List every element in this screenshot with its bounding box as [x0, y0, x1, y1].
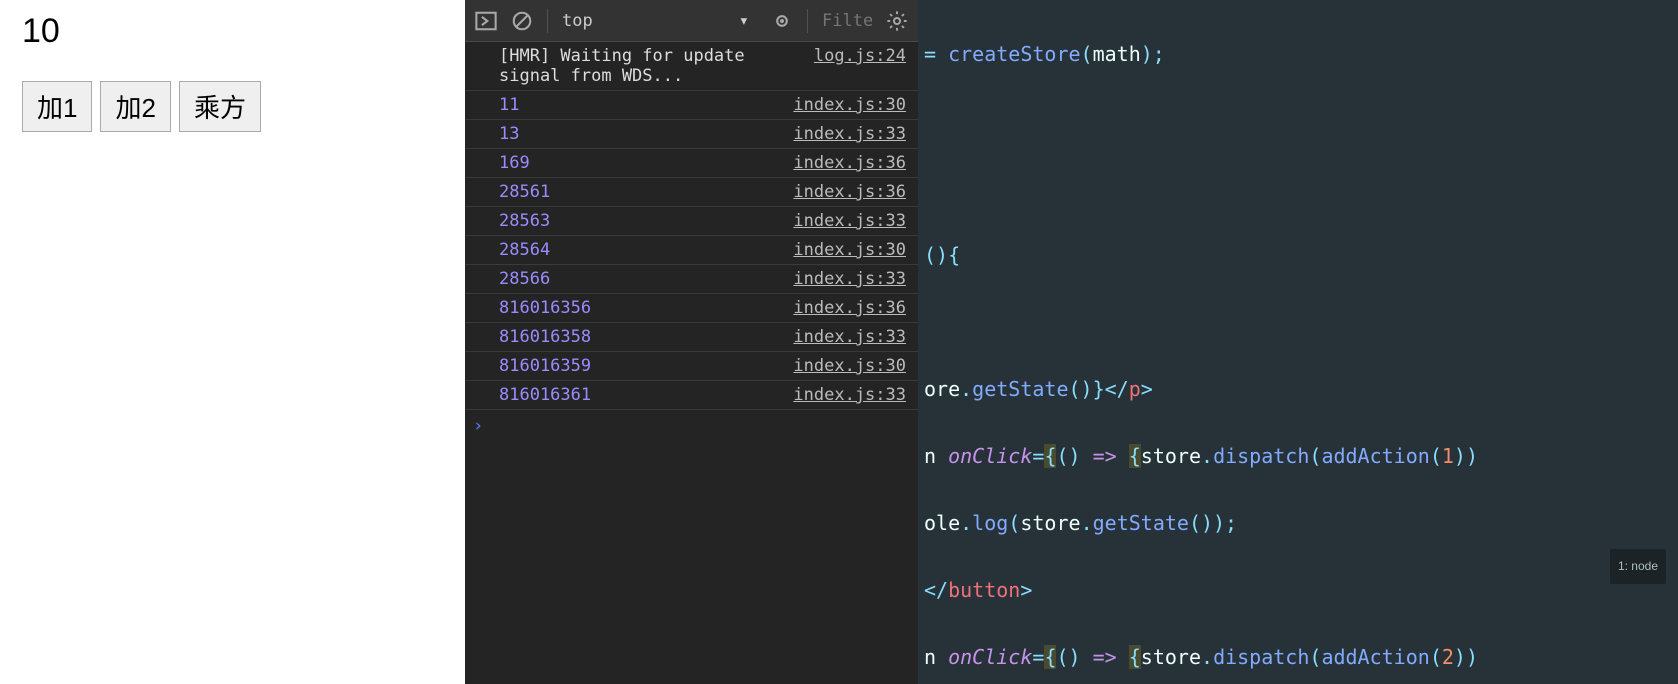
console-log-list[interactable]: [HMR] Waiting for update signal from WDS…	[465, 42, 918, 684]
log-message: 28566 index.js:33	[465, 265, 918, 294]
context-label: top	[562, 11, 593, 31]
log-source-link[interactable]: index.js:33	[793, 124, 906, 144]
log-text: [HMR] Waiting for update signal from WDS…	[499, 46, 802, 86]
log-source-link[interactable]: index.js:36	[793, 153, 906, 173]
browser-preview: 10 加1 加2 乘方	[0, 0, 465, 684]
console-prompt[interactable]: ›	[465, 410, 918, 442]
log-source-link[interactable]: index.js:30	[793, 356, 906, 376]
log-value: 816016361	[499, 385, 591, 405]
log-message: 28561 index.js:36	[465, 178, 918, 207]
log-value: 28566	[499, 269, 550, 289]
square-button[interactable]: 乘方	[179, 81, 261, 132]
log-source-link[interactable]: index.js:33	[793, 327, 906, 347]
log-value: 169	[499, 153, 530, 173]
context-selector[interactable]: top ▾	[562, 11, 757, 31]
log-source-link[interactable]: index.js:36	[793, 182, 906, 202]
terminal-tab[interactable]: 1: node	[1610, 549, 1666, 585]
code-line: (){	[918, 239, 1678, 273]
log-source-link[interactable]: index.js:33	[793, 385, 906, 405]
log-message: 816016361 index.js:33	[465, 381, 918, 410]
log-message: 13 index.js:33	[465, 120, 918, 149]
log-value: 816016359	[499, 356, 591, 376]
log-value: 28564	[499, 240, 550, 260]
code-line: ole.log(store.getState());	[918, 507, 1678, 541]
settings-gear-icon[interactable]	[886, 10, 908, 32]
log-message: [HMR] Waiting for update signal from WDS…	[465, 42, 918, 91]
code-line	[918, 105, 1678, 139]
log-source-link[interactable]: index.js:33	[793, 269, 906, 289]
code-line: ore.getState()}</p>	[918, 373, 1678, 407]
log-source-link[interactable]: index.js:33	[793, 211, 906, 231]
log-value: 13	[499, 124, 519, 144]
button-row: 加1 加2 乘方	[22, 81, 443, 132]
toggle-sidebar-icon[interactable]	[475, 10, 497, 32]
add-2-button[interactable]: 加2	[100, 81, 170, 132]
filter-input[interactable]	[822, 11, 872, 31]
log-source-link[interactable]: index.js:36	[793, 298, 906, 318]
dropdown-icon: ▾	[739, 11, 749, 31]
log-value: 816016358	[499, 327, 591, 347]
log-message: 28563 index.js:33	[465, 207, 918, 236]
log-message: 816016356 index.js:36	[465, 294, 918, 323]
code-line: = createStore(math);	[918, 38, 1678, 72]
live-expression-icon[interactable]	[771, 10, 793, 32]
code-line: n onClick={() => {store.dispatch(addActi…	[918, 440, 1678, 474]
log-message: 816016359 index.js:30	[465, 352, 918, 381]
code-line	[918, 306, 1678, 340]
toolbar-divider	[807, 9, 808, 33]
console-toolbar: top ▾	[465, 0, 918, 42]
log-value: 28561	[499, 182, 550, 202]
log-source-link[interactable]: index.js:30	[793, 240, 906, 260]
toolbar-divider	[547, 9, 548, 33]
log-message: 816016358 index.js:33	[465, 323, 918, 352]
log-message: 169 index.js:36	[465, 149, 918, 178]
code-line	[918, 172, 1678, 206]
log-value: 11	[499, 95, 519, 115]
log-message: 28564 index.js:30	[465, 236, 918, 265]
add-1-button[interactable]: 加1	[22, 81, 92, 132]
log-message: 11 index.js:30	[465, 91, 918, 120]
counter-value: 10	[22, 12, 443, 51]
code-editor[interactable]: = createStore(math); (){ ore.getState()}…	[918, 0, 1678, 684]
code-line: </button>	[918, 574, 1678, 608]
log-source-link[interactable]: index.js:30	[793, 95, 906, 115]
clear-console-icon[interactable]	[511, 10, 533, 32]
log-value: 816016356	[499, 298, 591, 318]
code-line: n onClick={() => {store.dispatch(addActi…	[918, 641, 1678, 675]
devtools-console: top ▾ [HMR] Waiting for update signal fr…	[465, 0, 918, 684]
log-value: 28563	[499, 211, 550, 231]
log-source-link[interactable]: log.js:24	[814, 46, 906, 66]
